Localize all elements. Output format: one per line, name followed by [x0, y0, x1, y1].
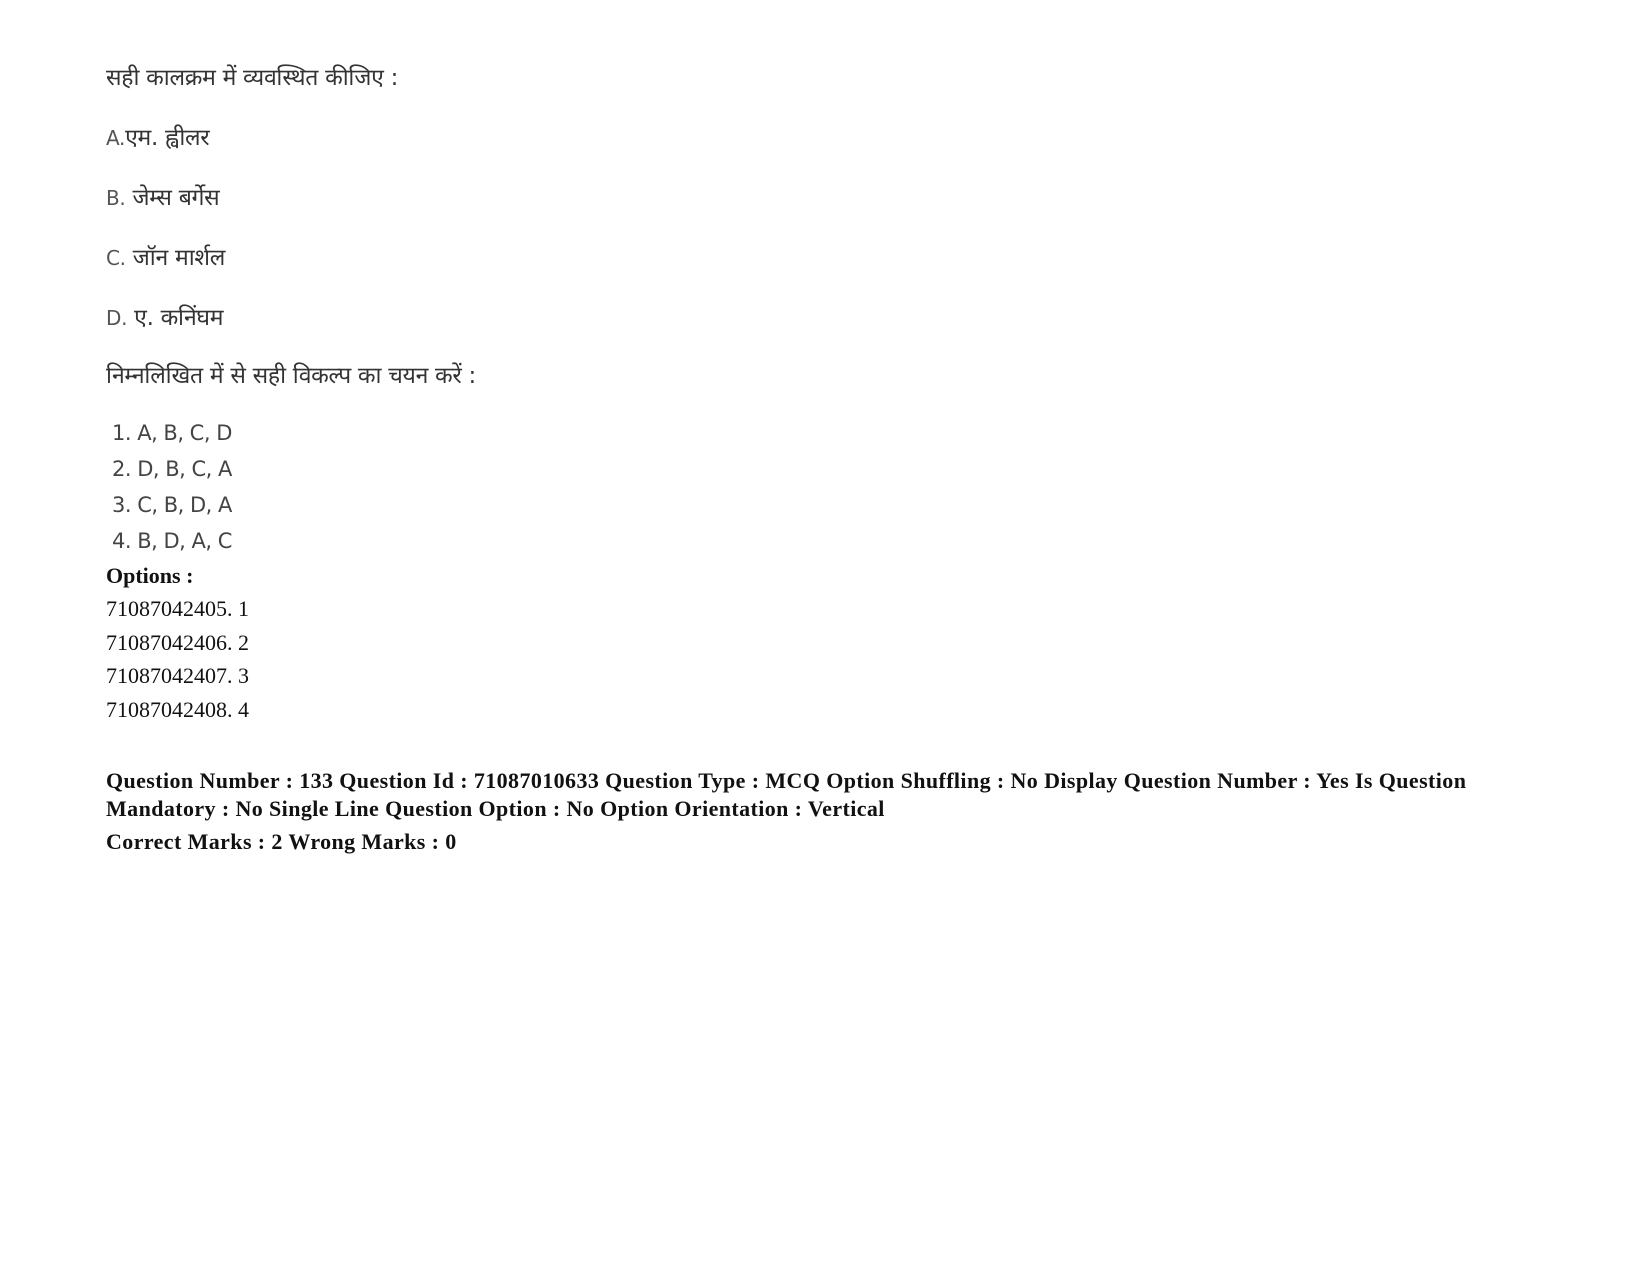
item-text: जॉन मार्शल: [125, 245, 226, 271]
question-item-b: B. जेम्स बर्गेस: [106, 180, 220, 212]
item-text: एम. ह्वीलर: [125, 125, 210, 151]
option-id-2: 71087042406. 2: [106, 630, 249, 655]
option-id-1: 71087042405. 1: [106, 596, 249, 621]
answer-choice-3: 3. C, B, D, A: [112, 493, 232, 517]
item-label: B.: [106, 186, 126, 210]
question-item-a: A.एम. ह्वीलर: [106, 120, 210, 152]
answer-choice-1: 1. A, B, C, D: [112, 421, 232, 445]
question-item-c: C. जॉन मार्शल: [106, 240, 225, 272]
question-instruction: सही कालक्रम में व्यवस्थित कीजिए :: [106, 65, 399, 91]
item-text: ए. कनिंघम: [127, 305, 224, 331]
question-prompt: निम्नलिखित में से सही विकल्प का चयन करें…: [106, 363, 476, 389]
question-item-d: D. ए. कनिंघम: [106, 300, 223, 332]
item-label: A.: [106, 126, 126, 150]
options-heading: Options :: [106, 563, 194, 588]
item-text: जेम्स बर्गेस: [125, 185, 220, 211]
marks-metadata: Correct Marks : 2 Wrong Marks : 0: [106, 829, 457, 854]
option-id-3: 71087042407. 3: [106, 663, 249, 688]
question-metadata: Question Number : 133 Question Id : 7108…: [106, 768, 1467, 821]
option-id-4: 71087042408. 4: [106, 697, 249, 722]
item-label: D.: [106, 306, 128, 330]
answer-choice-4: 4. B, D, A, C: [112, 529, 232, 553]
answer-choice-2: 2. D, B, C, A: [112, 457, 232, 481]
item-label: C.: [106, 246, 126, 270]
